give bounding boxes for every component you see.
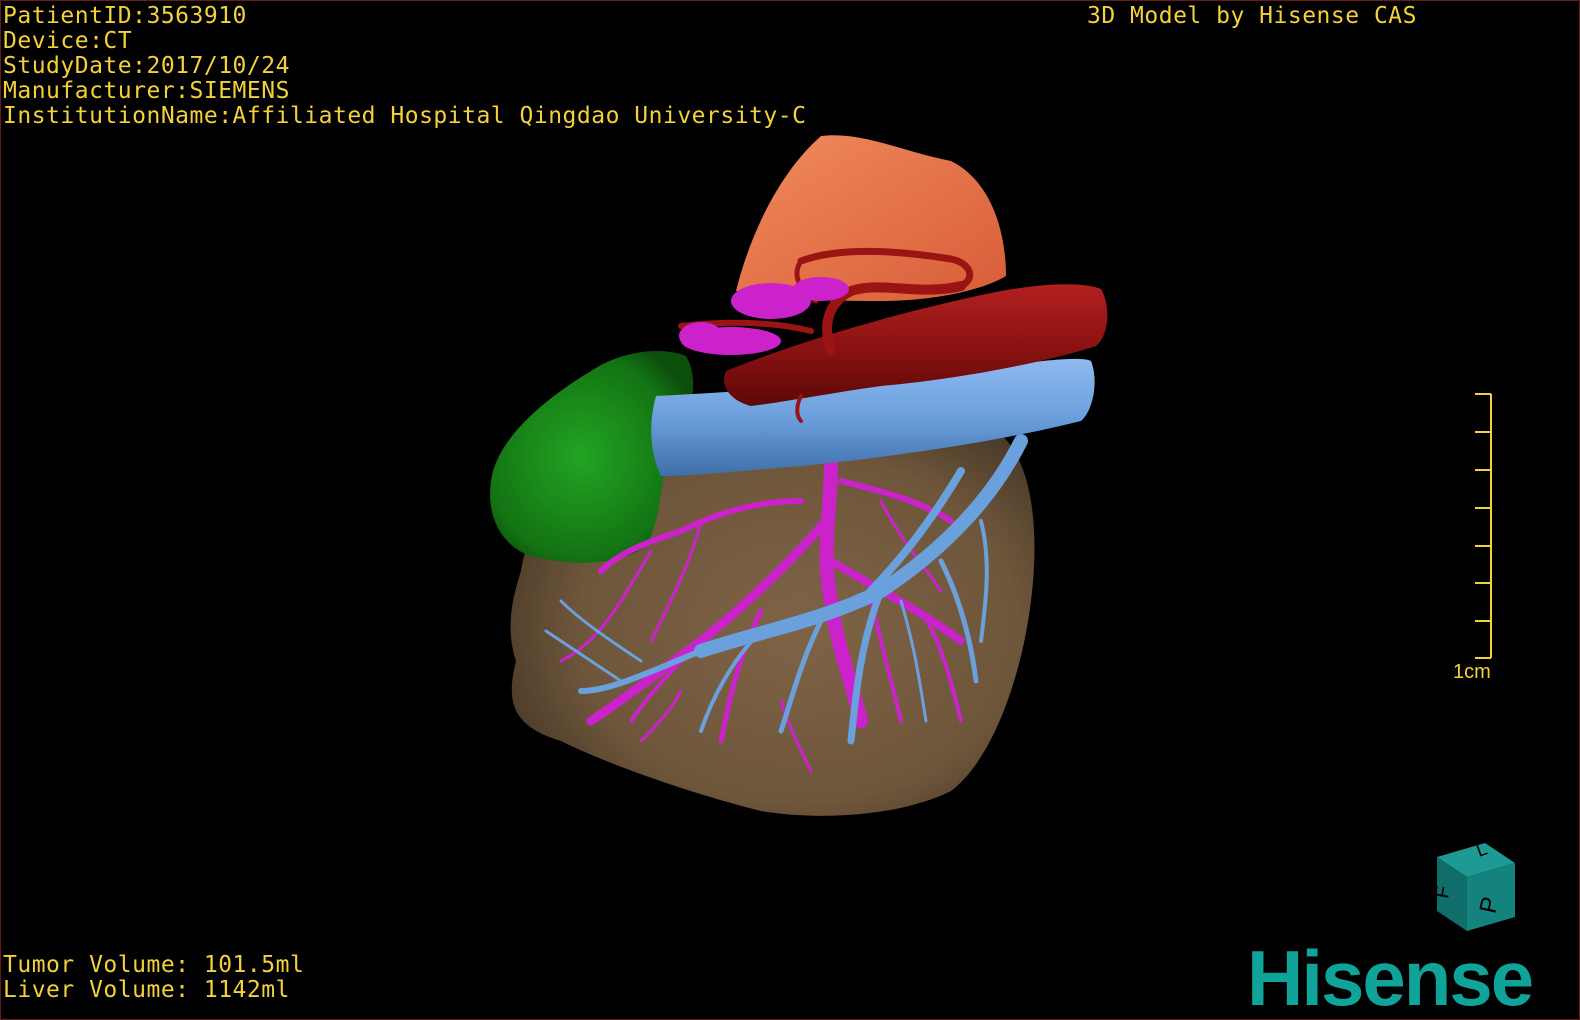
liver-volume-text: Liver Volume: 1142ml xyxy=(3,977,290,1003)
orientation-cube-icon[interactable]: L F P xyxy=(1427,837,1523,937)
patient-id-text: PatientID:3563910 xyxy=(3,3,247,29)
volume-info-overlay: Tumor Volume: 101.5ml Liver Volume: 1142… xyxy=(3,953,304,1003)
3d-viewport[interactable]: PatientID:3563910 Device:CT StudyDate:20… xyxy=(0,0,1580,1020)
scale-bar xyxy=(1475,393,1492,659)
device-text: Device:CT xyxy=(3,28,133,54)
manufacturer-text: Manufacturer:SIEMENS xyxy=(3,78,290,104)
dicom-info-overlay: PatientID:3563910 Device:CT StudyDate:20… xyxy=(3,4,806,129)
institution-text: InstitutionName:Affiliated Hospital Qing… xyxy=(3,103,807,129)
scale-bar-label: 1cm xyxy=(1453,661,1491,683)
study-date-text: StudyDate:2017/10/24 xyxy=(3,53,290,79)
model-credit-text: 3D Model by Hisense CAS xyxy=(1087,3,1417,29)
tumor-volume-text: Tumor Volume: 101.5ml xyxy=(3,952,305,978)
stomach-model xyxy=(736,135,1006,301)
3d-model-render[interactable] xyxy=(1,1,1579,1019)
hisense-logo: Hisense xyxy=(1247,934,1534,1020)
